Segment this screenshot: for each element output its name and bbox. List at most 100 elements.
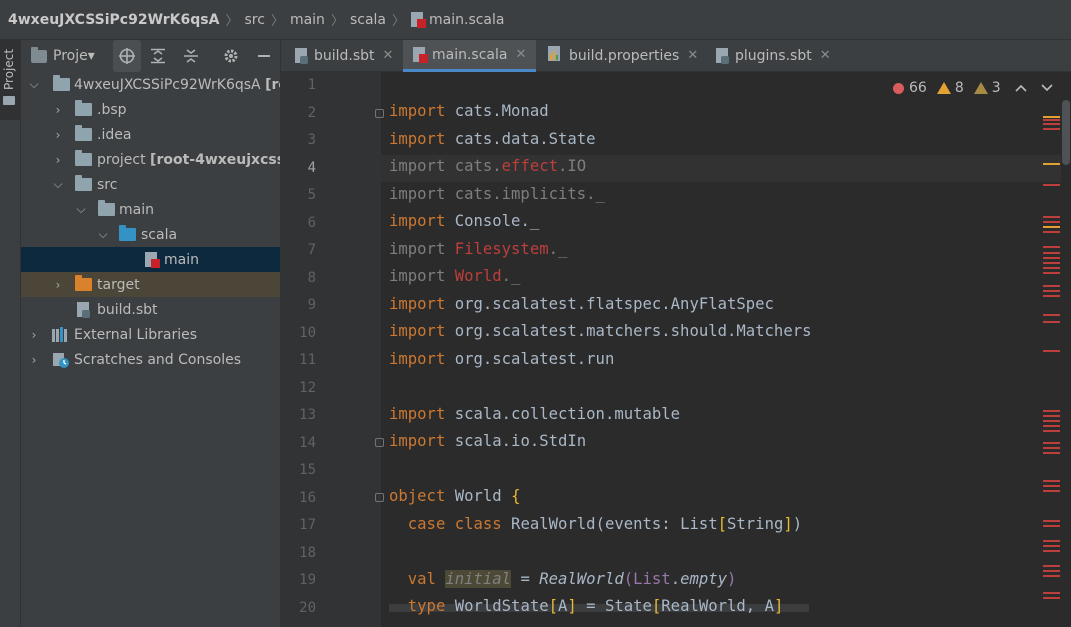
error-stripe-marker[interactable] <box>1043 550 1060 552</box>
fold-marker-icon[interactable] <box>375 109 384 118</box>
collapse-all-button[interactable] <box>179 40 203 72</box>
tree-item-src[interactable]: ⌵ src <box>21 172 280 197</box>
error-stripe-marker[interactable] <box>1043 226 1060 228</box>
error-stripe-marker[interactable] <box>1043 597 1060 599</box>
code-line[interactable]: import World._ <box>389 266 520 286</box>
error-stripe-marker[interactable] <box>1043 520 1060 522</box>
project-tool-tab[interactable]: Project <box>0 40 20 120</box>
code-line[interactable]: object World { <box>389 486 520 506</box>
fold-marker-icon[interactable] <box>375 438 384 447</box>
tab-build-sbt[interactable]: build.sbt ✕ <box>295 40 393 71</box>
code-line[interactable]: case class RealWorld(events: List[String… <box>389 514 802 534</box>
tree-item-idea[interactable]: › .idea <box>21 122 280 147</box>
error-stripe-marker[interactable] <box>1043 570 1060 572</box>
error-stripe-marker[interactable] <box>1043 267 1060 269</box>
code-line[interactable]: import org.scalatest.run <box>389 349 614 369</box>
error-stripe-marker[interactable] <box>1043 442 1060 444</box>
error-stripe-marker[interactable] <box>1043 295 1060 297</box>
error-stripe-marker[interactable] <box>1043 525 1060 527</box>
tree-item-root[interactable]: ⌵ 4wxeuJXCSSiPc92WrK6qsA [roo <box>21 72 280 97</box>
code-line[interactable]: import cats.data.State <box>389 129 596 149</box>
project-view-selector[interactable]: Proje▾ <box>31 40 95 72</box>
fold-marker-icon[interactable] <box>375 493 384 502</box>
error-stripe-marker[interactable] <box>1043 575 1060 577</box>
error-stripe-marker[interactable] <box>1043 565 1060 567</box>
error-stripe-marker[interactable] <box>1043 410 1060 412</box>
code-line[interactable]: import Filesystem._ <box>389 239 567 259</box>
tree-item-scala-folder[interactable]: ⌵ scala <box>21 222 280 247</box>
close-icon[interactable]: ✕ <box>687 48 698 63</box>
error-stripe-marker[interactable] <box>1043 540 1060 542</box>
editor-scrollbar[interactable] <box>1062 100 1070 165</box>
code-line[interactable]: val initial = RealWorld(List.empty) <box>389 569 736 589</box>
error-stripe-marker[interactable] <box>1043 163 1060 165</box>
tree-item-scratches[interactable]: › Scratches and Consoles <box>21 347 280 372</box>
error-stripe-marker[interactable] <box>1043 415 1060 417</box>
error-stripe-marker[interactable] <box>1043 262 1060 264</box>
code-line[interactable]: import Console._ <box>389 211 539 231</box>
error-stripe-marker[interactable] <box>1043 452 1060 454</box>
error-stripe-marker[interactable] <box>1043 221 1060 223</box>
close-icon[interactable]: ✕ <box>515 47 526 62</box>
error-stripe-marker[interactable] <box>1043 447 1060 449</box>
error-stripe-marker[interactable] <box>1043 257 1060 259</box>
code-line[interactable]: import scala.collection.mutable <box>389 404 680 424</box>
error-stripe-marker[interactable] <box>1043 430 1060 432</box>
close-icon[interactable]: ✕ <box>820 48 831 63</box>
code-line[interactable]: import cats.Monad <box>389 101 549 121</box>
error-stripe-marker[interactable] <box>1043 116 1060 118</box>
error-stripe-marker[interactable] <box>1043 314 1060 316</box>
error-stripe-marker[interactable] <box>1043 123 1060 125</box>
tree-item-build-sbt[interactable]: build.sbt <box>21 297 280 322</box>
code-line[interactable]: type WorldState[A] = State[RealWorld, A] <box>389 596 784 616</box>
code-line[interactable]: import cats.effect.IO <box>389 156 586 176</box>
error-stripe-marker[interactable] <box>1043 285 1060 287</box>
chevron-down-icon[interactable] <box>1041 80 1053 96</box>
error-stripe-marker[interactable] <box>1043 119 1060 121</box>
chevron-up-icon[interactable] <box>1015 80 1027 96</box>
error-stripe-marker[interactable] <box>1043 480 1060 482</box>
error-stripe-marker[interactable] <box>1043 216 1060 218</box>
error-stripe-marker[interactable] <box>1043 184 1060 186</box>
hide-panel-button[interactable] <box>252 40 276 72</box>
error-stripe-marker[interactable] <box>1043 425 1060 427</box>
expand-all-button[interactable] <box>146 40 170 72</box>
code-line[interactable]: import scala.io.StdIn <box>389 431 586 451</box>
error-stripe-marker[interactable] <box>1043 231 1060 233</box>
error-stripe-marker[interactable] <box>1043 246 1060 248</box>
tree-item-main-folder[interactable]: ⌵ main <box>21 197 280 222</box>
breadcrumb-src[interactable]: src <box>244 12 264 28</box>
breadcrumb-root[interactable]: 4wxeuJXCSSiPc92WrK6qsA <box>8 12 219 28</box>
error-stripe-marker[interactable] <box>1043 592 1060 594</box>
tree-item-target[interactable]: › target <box>21 272 280 297</box>
error-stripe-marker[interactable] <box>1043 272 1060 274</box>
error-stripe-marker[interactable] <box>1043 290 1060 292</box>
error-stripe-marker[interactable] <box>1043 420 1060 422</box>
error-stripe-marker[interactable] <box>1043 321 1060 323</box>
error-stripe-marker[interactable] <box>1043 545 1060 547</box>
locate-button[interactable] <box>113 40 141 72</box>
error-stripe-marker[interactable] <box>1043 490 1060 492</box>
error-stripe-marker[interactable] <box>1043 252 1060 254</box>
code-line[interactable]: import org.scalatest.matchers.should.Mat… <box>389 321 812 341</box>
tab-plugins-sbt[interactable]: plugins.sbt ✕ <box>716 40 831 71</box>
tree-item-project-label: project [root-4wxeujxcssip <box>97 152 280 168</box>
tree-item-main-file[interactable]: main <box>21 247 280 272</box>
tab-build-properties[interactable]: build.properties ✕ <box>548 40 698 71</box>
inspection-widget[interactable]: 66 8 3 <box>893 80 1053 96</box>
code-line[interactable]: import cats.implicits._ <box>389 184 605 204</box>
settings-button[interactable] <box>219 40 243 72</box>
error-stripe-marker[interactable] <box>1043 350 1060 352</box>
folder-icon <box>98 200 115 216</box>
tree-item-project[interactable]: › project [root-4wxeujxcssip <box>21 147 280 172</box>
code-line[interactable]: import org.scalatest.flatspec.AnyFlatSpe… <box>389 294 774 314</box>
breadcrumb-scala[interactable]: scala <box>350 12 386 28</box>
error-stripe-marker[interactable] <box>1043 128 1060 130</box>
tab-main-scala[interactable]: main.scala ✕ <box>403 40 537 72</box>
tree-item-bsp[interactable]: › .bsp <box>21 97 280 122</box>
tree-item-external-libraries[interactable]: › External Libraries <box>21 322 280 347</box>
close-icon[interactable]: ✕ <box>383 48 394 63</box>
breadcrumb-file[interactable]: main.scala <box>411 12 504 28</box>
breadcrumb-main[interactable]: main <box>290 12 325 28</box>
error-stripe-marker[interactable] <box>1043 485 1060 487</box>
